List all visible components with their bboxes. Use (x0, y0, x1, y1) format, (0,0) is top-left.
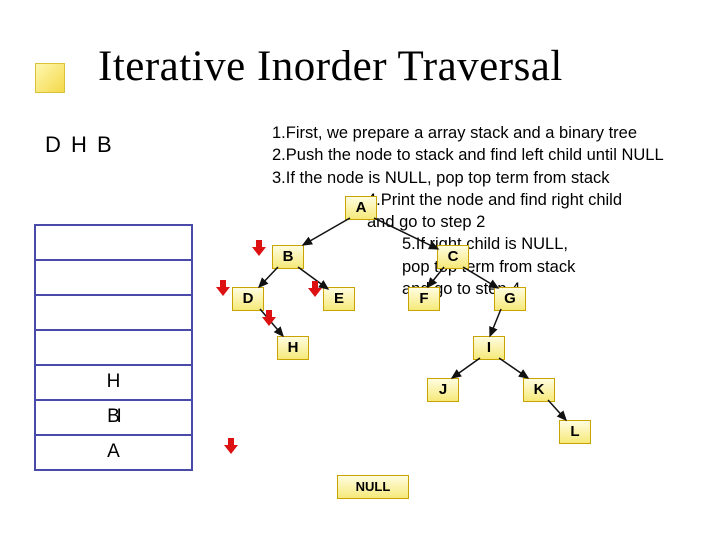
stack: H B I A (34, 226, 193, 471)
stack-cell: A (34, 434, 193, 471)
tree-node-K: K (523, 378, 555, 402)
step-2: 2.Push the node to stack and find left c… (272, 144, 664, 166)
step-5c: and go to step 4 (402, 278, 664, 300)
tree-node-G: G (494, 287, 526, 311)
tree-node-D: D (232, 287, 264, 311)
stack-cell (34, 294, 193, 331)
tree-node-B: B (272, 245, 304, 269)
stack-cell (34, 224, 193, 261)
algorithm-steps: 1.First, we prepare a array stack and a … (272, 122, 664, 300)
tree-node-F: F (408, 287, 440, 311)
page-title: Iterative Inorder Traversal (98, 42, 563, 91)
tree-node-NULL: NULL (337, 475, 409, 499)
arrow-down-icon (252, 240, 266, 256)
slide: Iterative Inorder Traversal D H B 1.Firs… (0, 0, 720, 540)
stack-cell (34, 329, 193, 366)
step-4b: and go to step 2 (367, 211, 664, 233)
step-1: 1.First, we prepare a array stack and a … (272, 122, 664, 144)
tree-node-E: E (323, 287, 355, 311)
tree-node-A: A (345, 196, 377, 220)
tree-node-J: J (427, 378, 459, 402)
stack-cell: H (34, 364, 193, 401)
step-3: 3.If the node is NULL, pop top term from… (272, 167, 664, 189)
title-bullet-icon (35, 63, 65, 93)
step-4a: 4.Print the node and find right child (367, 189, 664, 211)
tree-node-H: H (277, 336, 309, 360)
arrow-down-icon (224, 438, 238, 454)
tree-node-L: L (559, 420, 591, 444)
stack-cell (34, 259, 193, 296)
arrow-down-icon (308, 281, 322, 297)
arrow-down-icon (262, 310, 276, 326)
tree-node-I: I (473, 336, 505, 360)
stack-overlay-text: I (117, 401, 122, 432)
stack-cell: B I (34, 399, 193, 436)
tree-node-C: C (437, 245, 469, 269)
traversal-output: D H B (45, 132, 114, 158)
arrow-down-icon (216, 280, 230, 296)
